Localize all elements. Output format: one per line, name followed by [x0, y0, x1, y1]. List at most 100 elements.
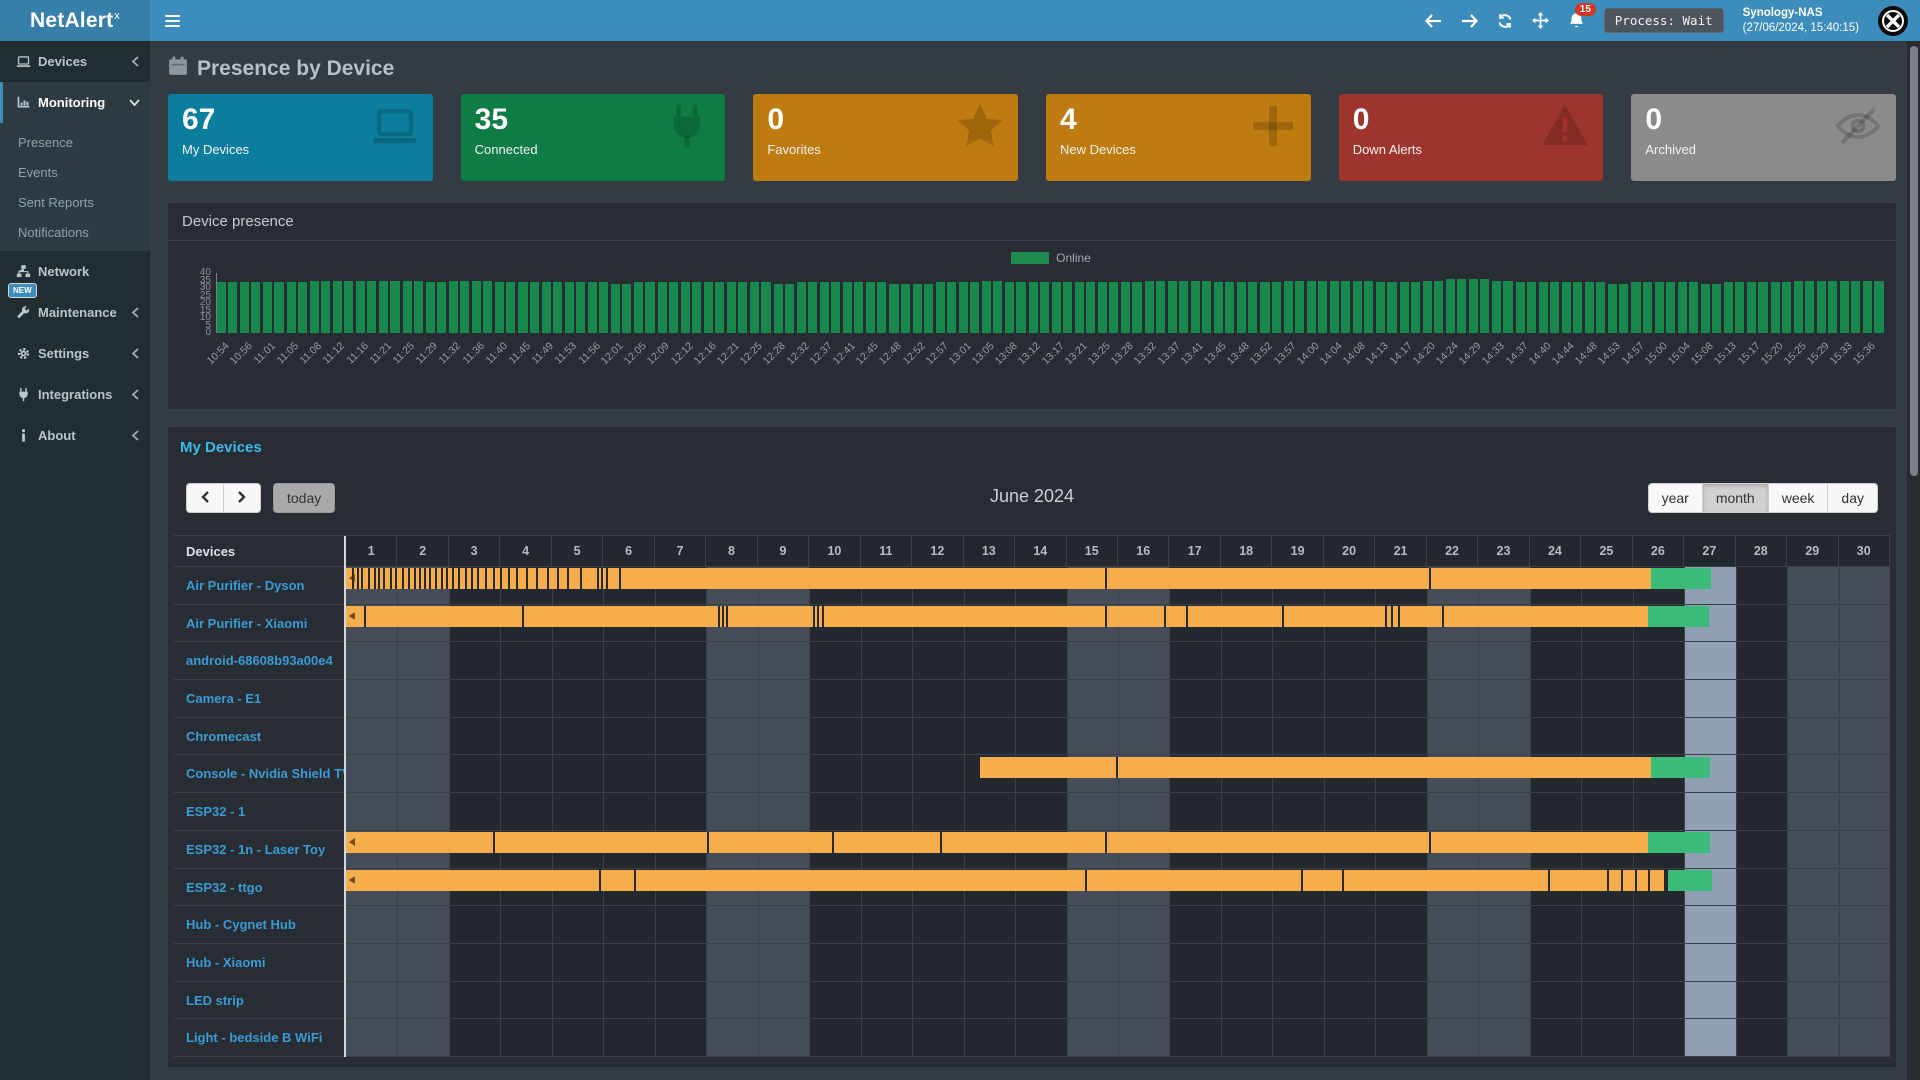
card-new-devices[interactable]: 4New Devices [1046, 94, 1311, 181]
chart-bar-group [1655, 273, 1678, 333]
presence-bar-online-now[interactable] [1651, 568, 1711, 589]
card-connected[interactable]: 35Connected [461, 94, 726, 181]
sidebar-item-devices[interactable]: Devices [0, 41, 150, 82]
device-link[interactable]: Camera - E1 [174, 680, 344, 718]
presence-bar-online-now[interactable] [1648, 606, 1709, 627]
card-favorites[interactable]: 0Favorites [753, 94, 1018, 181]
submenu-item-presence[interactable]: Presence [0, 127, 150, 157]
x-tick-label: 11:45 [506, 340, 533, 367]
chart-legend[interactable]: Online [216, 247, 1886, 269]
process-status-pill[interactable]: Process: Wait [1604, 8, 1724, 33]
network-icon [16, 264, 38, 279]
submenu-item-notifications[interactable]: Notifications [0, 217, 150, 247]
day-header-cell: 23 [1478, 536, 1529, 567]
x-tick-label: 15:36 [1851, 340, 1878, 367]
offline-gap [402, 568, 404, 589]
submenu-item-sent-reports[interactable]: Sent Reports [0, 187, 150, 217]
notification-count-badge: 15 [1575, 3, 1596, 16]
offline-gap [597, 568, 599, 589]
device-link[interactable]: Console - Nvidia Shield TV [174, 755, 344, 793]
timeline-row [346, 982, 1890, 1020]
chart-bar-group [1701, 273, 1724, 333]
presence-bar-online-now[interactable] [1651, 757, 1710, 778]
back-arrow-icon[interactable] [1425, 14, 1442, 28]
x-tick-label: 15:20 [1758, 340, 1785, 367]
device-link[interactable]: Air Purifier - Dyson [174, 567, 344, 605]
monitoring-submenu: PresenceEventsSent ReportsNotifications [0, 123, 150, 251]
scrollbar-thumb[interactable] [1910, 46, 1918, 476]
x-tick-label: 13:17 [1039, 340, 1066, 367]
x-tick-label: 12:41 [831, 340, 858, 367]
sidebar-item-maintenance[interactable]: NEWMaintenance [0, 292, 150, 333]
calendar-view-week-button[interactable]: week [1768, 483, 1829, 513]
x-tick-label: 13:32 [1132, 340, 1159, 367]
x-tick-label: 13:28 [1109, 340, 1136, 367]
offline-gap [471, 568, 473, 589]
presence-bar-online[interactable] [346, 832, 1648, 853]
sidebar-item-settings[interactable]: Settings [0, 333, 150, 374]
device-link[interactable]: Hub - Cygnet Hub [174, 906, 344, 944]
x-tick-label: 13:08 [993, 340, 1020, 367]
presence-bar-online-now[interactable] [1648, 832, 1710, 853]
device-link[interactable]: LED strip [174, 982, 344, 1020]
offline-gap [414, 568, 416, 589]
chart-bar-group [1353, 273, 1376, 333]
presence-bar-online[interactable] [346, 568, 1651, 589]
device-link[interactable]: ESP32 - 1n - Laser Toy [174, 831, 344, 869]
presence-bar-online[interactable] [346, 606, 1648, 627]
sidebar-item-label: Integrations [38, 387, 112, 402]
chart-bar-group [959, 273, 982, 333]
chart-bar-group [217, 273, 240, 333]
timeline-row [346, 906, 1890, 944]
devices-column-header: Devices [174, 536, 344, 567]
timeline-row [346, 944, 1890, 982]
sidebar-item-about[interactable]: About [0, 415, 150, 456]
forward-arrow-icon[interactable] [1461, 14, 1478, 28]
offline-gap [557, 568, 559, 589]
device-link[interactable]: Hub - Xiaomi [174, 944, 344, 982]
sidebar-item-integrations[interactable]: Integrations [0, 374, 150, 415]
card-down-alerts[interactable]: 0Down Alerts [1339, 94, 1604, 181]
calendar-view-year-button[interactable]: year [1648, 483, 1703, 513]
x-tick-label: 14:13 [1364, 340, 1391, 367]
device-link[interactable]: ESP32 - ttgo [174, 869, 344, 907]
chart-bar-group [889, 273, 912, 333]
offline-gap [500, 568, 502, 589]
x-tick-label: 13:57 [1271, 340, 1298, 367]
app-logo[interactable]: NetAlertx [0, 0, 150, 41]
chart-bar-group [1307, 273, 1330, 333]
top-navbar: NetAlertx [0, 0, 1920, 41]
device-link[interactable]: Light - bedside B WiFi [174, 1019, 344, 1057]
offline-gap [364, 606, 366, 627]
refresh-icon[interactable] [1497, 13, 1513, 29]
calendar-view-month-button[interactable]: month [1702, 483, 1769, 513]
device-link[interactable]: android-68608b93a00e4 [174, 642, 344, 680]
presence-bar-online-now[interactable] [1668, 870, 1713, 891]
device-link[interactable]: Chromecast [174, 718, 344, 756]
offline-gap [606, 568, 608, 589]
submenu-item-events[interactable]: Events [0, 157, 150, 187]
chart-bar-group [495, 273, 518, 333]
calendar-view-day-button[interactable]: day [1827, 483, 1878, 513]
sidebar-item-monitoring[interactable]: Monitoring [0, 82, 150, 123]
notifications-bell-icon[interactable]: 15 [1568, 12, 1585, 30]
x-tick-label: 13:48 [1225, 340, 1252, 367]
x-tick-label: 11:36 [460, 340, 487, 367]
timeline-row [346, 756, 1890, 794]
card-my-devices[interactable]: 67My Devices [168, 94, 433, 181]
x-tick-label: 13:21 [1063, 340, 1090, 367]
sidebar-toggle-icon[interactable] [150, 0, 194, 41]
chart-bar-group [658, 273, 681, 333]
day-header-cell: 19 [1272, 536, 1323, 567]
laptop-icon [371, 102, 419, 155]
device-link[interactable]: ESP32 - 1 [174, 793, 344, 831]
day-header-cell: 20 [1324, 536, 1375, 567]
x-tick-label: 12:12 [668, 340, 695, 367]
device-link[interactable]: Air Purifier - Xiaomi [174, 605, 344, 643]
user-avatar[interactable] [1878, 6, 1908, 36]
move-icon[interactable] [1532, 12, 1549, 29]
presence-bar-online[interactable] [980, 757, 1651, 778]
card-archived[interactable]: 0Archived [1631, 94, 1896, 181]
presence-bar-online[interactable] [346, 870, 1664, 891]
offline-gap [940, 832, 942, 853]
